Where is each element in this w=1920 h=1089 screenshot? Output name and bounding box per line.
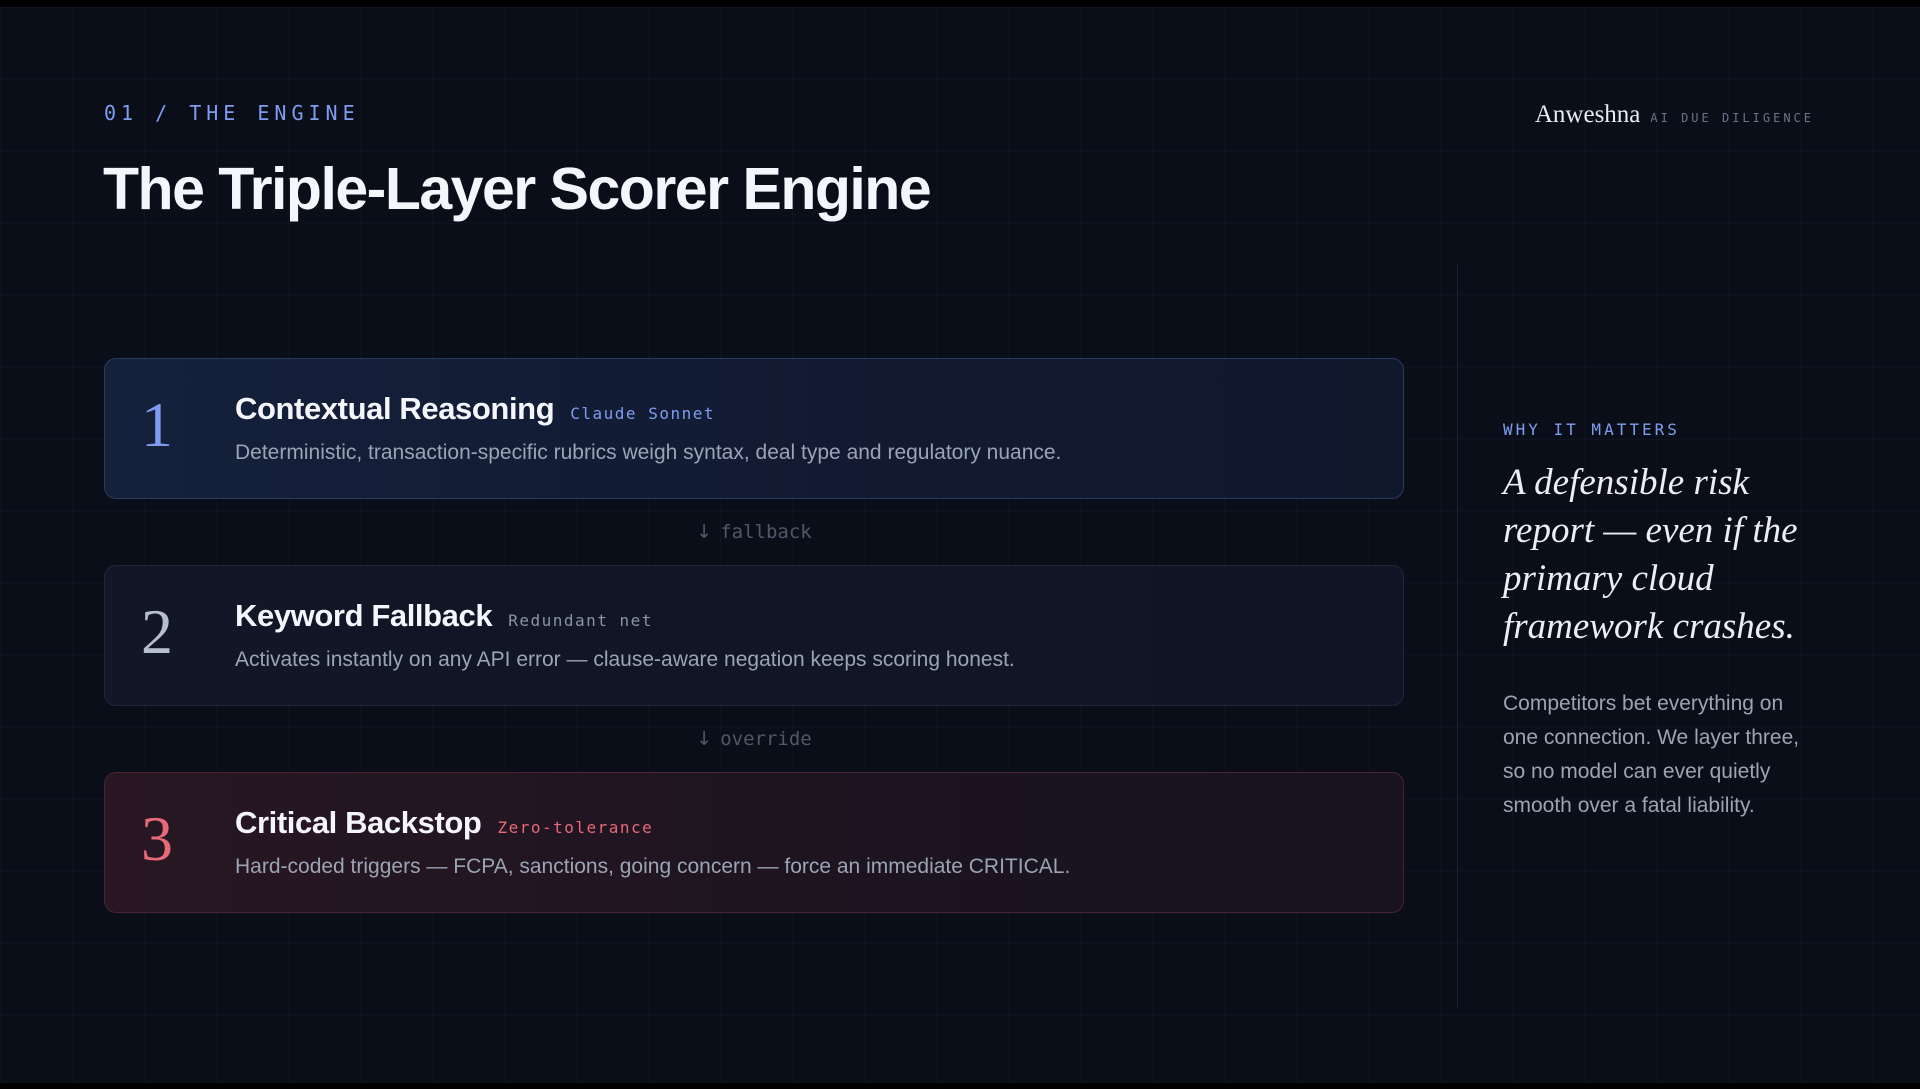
aside-label: WHY IT MATTERS	[1503, 420, 1680, 439]
layer-title: Contextual Reasoning	[235, 391, 555, 426]
page-title: The Triple-Layer Scorer Engine	[103, 156, 932, 222]
layer-title: Keyword Fallback	[235, 598, 493, 633]
layer-card-critical-backstop: 3 Critical Backstop Zero-tolerance Hard-…	[104, 772, 1404, 913]
brand-tagline: AI DUE DILIGENCE	[1650, 111, 1814, 125]
layer-card-keyword-fallback: 2 Keyword Fallback Redundant net Activat…	[104, 565, 1404, 706]
layer-description: Deterministic, transaction-specific rubr…	[235, 441, 1062, 464]
aside-quote: A defensible risk report — even if the p…	[1503, 462, 1798, 647]
layer-tag: Zero-tolerance	[497, 818, 654, 837]
layer-tag: Claude Sonnet	[570, 404, 715, 423]
layer-title: Critical Backstop	[235, 805, 482, 840]
layer-description: Activates instantly on any API error — c…	[235, 648, 1015, 671]
aside-body: Competitors bet everything on one connec…	[1503, 692, 1800, 817]
vertical-divider	[1457, 265, 1458, 1007]
connector-fallback: ↓ fallback	[104, 499, 1404, 565]
section-eyebrow: 01 / THE ENGINE	[104, 101, 360, 125]
connector-override: ↓ override	[104, 706, 1404, 772]
layer-heading: Critical Backstop Zero-tolerance	[235, 805, 653, 841]
slide: 01 / THE ENGINE The Triple-Layer Scorer …	[0, 7, 1920, 1083]
brand-name: Anweshna	[1534, 101, 1641, 128]
connector-label: override	[720, 728, 812, 750]
layer-tag: Redundant net	[508, 611, 653, 630]
layer-heading: Keyword Fallback Redundant net	[235, 598, 653, 634]
layer-description: Hard-coded triggers — FCPA, sanctions, g…	[235, 855, 1071, 878]
layer-heading: Contextual Reasoning Claude Sonnet	[235, 391, 715, 427]
arrow-down-icon: ↓	[696, 521, 713, 543]
layer-number: 2	[141, 596, 173, 667]
arrow-down-icon: ↓	[696, 728, 713, 750]
layer-number: 3	[141, 803, 173, 874]
why-it-matters-panel: WHY IT MATTERS A defensible risk report …	[1503, 420, 1823, 823]
layer-stack: 1 Contextual Reasoning Claude Sonnet Det…	[104, 358, 1404, 913]
connector-label: fallback	[720, 521, 812, 543]
brand: Anweshna AI DUE DILIGENCE	[1535, 101, 1814, 129]
layer-number: 1	[141, 389, 173, 460]
layer-card-contextual-reasoning: 1 Contextual Reasoning Claude Sonnet Det…	[104, 358, 1404, 499]
